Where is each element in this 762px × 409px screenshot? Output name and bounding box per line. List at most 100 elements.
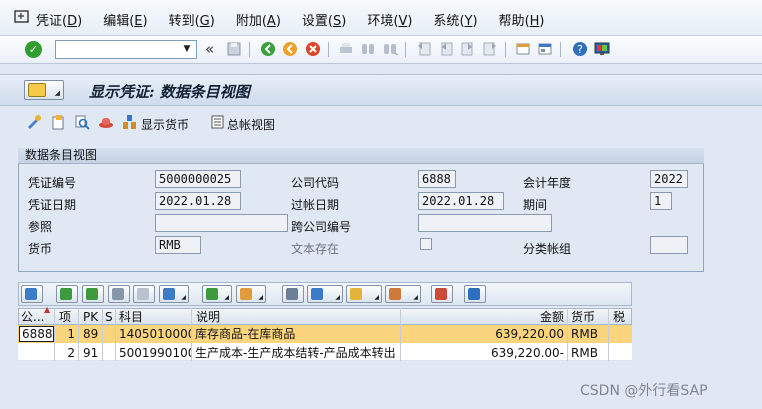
hat-icon[interactable] bbox=[98, 114, 114, 130]
ledger-view-icon[interactable] bbox=[210, 114, 226, 130]
column-header-tax[interactable]: 税 bbox=[611, 309, 631, 326]
currency-field[interactable]: RMB bbox=[155, 236, 201, 254]
back-icon[interactable] bbox=[260, 41, 276, 57]
graphic-button[interactable] bbox=[431, 285, 453, 303]
find-icon[interactable] bbox=[360, 41, 376, 57]
cell-currency[interactable]: RMB bbox=[569, 345, 607, 362]
posting-date-field[interactable]: 2022.01.28 bbox=[418, 192, 504, 210]
last-page-icon[interactable] bbox=[482, 41, 498, 57]
ledger-group-field[interactable] bbox=[650, 236, 688, 254]
exit-icon[interactable] bbox=[282, 41, 298, 57]
display-change-icon[interactable] bbox=[26, 114, 42, 130]
sort-descending-button[interactable] bbox=[82, 285, 104, 303]
cell-tax[interactable] bbox=[610, 345, 630, 362]
enter-check-icon[interactable]: ✓ bbox=[25, 41, 42, 58]
column-header-account[interactable]: 科目 bbox=[117, 309, 187, 326]
cell-pk[interactable]: 89 bbox=[81, 326, 101, 343]
command-field-dropdown-icon[interactable]: ▼ bbox=[180, 41, 194, 57]
menu-goto[interactable]: 转到(G) bbox=[169, 10, 215, 29]
customize-layout-icon[interactable] bbox=[594, 41, 610, 57]
doc-number-field[interactable]: 5000000025 bbox=[155, 170, 241, 188]
find-next-icon[interactable] bbox=[382, 41, 398, 57]
layout-button[interactable]: ◢ bbox=[385, 285, 421, 303]
help-icon[interactable]: ? bbox=[572, 41, 588, 57]
cell-account[interactable]: 1405010000 bbox=[117, 326, 191, 343]
page-title: 显示凭证: 数据条目视图 bbox=[89, 83, 250, 101]
command-field-collapse-icon[interactable]: « bbox=[205, 40, 214, 58]
cell-pk[interactable]: 91 bbox=[81, 345, 101, 362]
column-header-amount[interactable]: 金额 bbox=[400, 309, 566, 326]
cell-company-code[interactable] bbox=[20, 345, 53, 362]
next-page-icon[interactable] bbox=[460, 41, 476, 57]
cell-tax[interactable] bbox=[610, 326, 630, 343]
column-header-pk[interactable]: PK bbox=[81, 309, 101, 326]
menu-environment[interactable]: 环境(V) bbox=[367, 10, 412, 29]
column-header-currency[interactable]: 货币 bbox=[569, 309, 605, 326]
cell-company-code[interactable]: 6888 bbox=[20, 326, 53, 343]
first-page-icon[interactable] bbox=[416, 41, 432, 57]
cell-item[interactable]: 2 bbox=[55, 345, 77, 362]
display-currency-icon[interactable] bbox=[122, 114, 138, 130]
details-button[interactable] bbox=[21, 285, 43, 303]
cell-account[interactable]: 5001990100 bbox=[117, 345, 191, 362]
cell-s[interactable] bbox=[103, 326, 115, 343]
menu-help[interactable]: 帮助(H) bbox=[499, 10, 545, 29]
toolbar-separator bbox=[505, 42, 506, 57]
subtotal-dropdown-icon: ◢ bbox=[258, 294, 263, 301]
posting-date-label: 过帐日期 bbox=[291, 198, 340, 212]
cell-description[interactable]: 生产成本-生产成本结转-产品成本转出 bbox=[193, 345, 399, 362]
find-document-icon[interactable] bbox=[74, 114, 90, 130]
print-preview-button[interactable] bbox=[282, 285, 304, 303]
export-icon bbox=[350, 288, 362, 300]
cell-currency[interactable]: RMB bbox=[569, 326, 607, 343]
cell-amount[interactable]: 639,220.00 bbox=[402, 326, 566, 343]
period-field[interactable]: 1 bbox=[650, 192, 672, 210]
subtotal-button[interactable]: ◢ bbox=[236, 285, 266, 303]
find-next-button[interactable] bbox=[133, 285, 155, 303]
previous-page-icon[interactable] bbox=[438, 41, 454, 57]
menu-settings[interactable]: 设置(S) bbox=[302, 10, 346, 29]
shortcut-icon[interactable] bbox=[537, 41, 553, 57]
cross-company-field[interactable] bbox=[418, 214, 552, 232]
doc-date-field[interactable]: 2022.01.28 bbox=[155, 192, 241, 210]
cell-description[interactable]: 库存商品-在库商品 bbox=[193, 326, 399, 343]
cell-item[interactable]: 1 bbox=[55, 326, 77, 343]
export-button[interactable]: ◢ bbox=[346, 285, 382, 303]
subtotal-icon bbox=[240, 288, 252, 300]
filter-button[interactable]: ◢ bbox=[159, 285, 189, 303]
column-header-s[interactable]: S bbox=[103, 309, 115, 326]
sort-ascending-button[interactable] bbox=[56, 285, 78, 303]
svg-text:?: ? bbox=[577, 43, 583, 56]
export-dropdown-icon: ◢ bbox=[374, 294, 379, 301]
display-currency-button[interactable]: 显示货币 bbox=[141, 116, 189, 133]
other-document-icon[interactable] bbox=[50, 114, 66, 130]
text-exists-checkbox[interactable] bbox=[420, 238, 432, 250]
reference-field[interactable] bbox=[155, 214, 288, 232]
column-header-description[interactable]: 说明 bbox=[194, 309, 344, 326]
cell-s[interactable] bbox=[103, 345, 115, 362]
menu-document[interactable]: 凭证(D) bbox=[36, 10, 82, 29]
cancel-icon[interactable] bbox=[305, 41, 321, 57]
column-divider bbox=[78, 308, 79, 361]
fiscal-year-field[interactable]: 2022 bbox=[650, 170, 688, 188]
menu-extras[interactable]: 附加(A) bbox=[236, 10, 281, 29]
menu-edit[interactable]: 编辑(E) bbox=[103, 10, 147, 29]
info-button[interactable] bbox=[464, 285, 486, 303]
new-session-icon[interactable] bbox=[515, 41, 531, 57]
text-exists-label: 文本存在 bbox=[291, 242, 340, 256]
column-header-item[interactable]: 项 bbox=[57, 309, 77, 326]
find-button[interactable] bbox=[108, 285, 130, 303]
total-button[interactable]: ◢ bbox=[202, 285, 232, 303]
menu-button[interactable]: ◢ bbox=[24, 80, 64, 100]
company-code-field[interactable]: 6888 bbox=[418, 170, 456, 188]
views-button[interactable]: ◢ bbox=[307, 285, 343, 303]
window-menu-icon[interactable] bbox=[14, 10, 30, 24]
ledger-view-button[interactable]: 总帐视图 bbox=[227, 116, 275, 133]
save-icon[interactable] bbox=[226, 41, 242, 57]
column-divider bbox=[400, 308, 401, 361]
menu-system[interactable]: 系统(Y) bbox=[433, 10, 477, 29]
layout-icon bbox=[389, 288, 401, 300]
print-icon[interactable] bbox=[338, 41, 354, 57]
cell-amount[interactable]: 639,220.00- bbox=[402, 345, 566, 362]
command-field[interactable] bbox=[55, 40, 197, 59]
